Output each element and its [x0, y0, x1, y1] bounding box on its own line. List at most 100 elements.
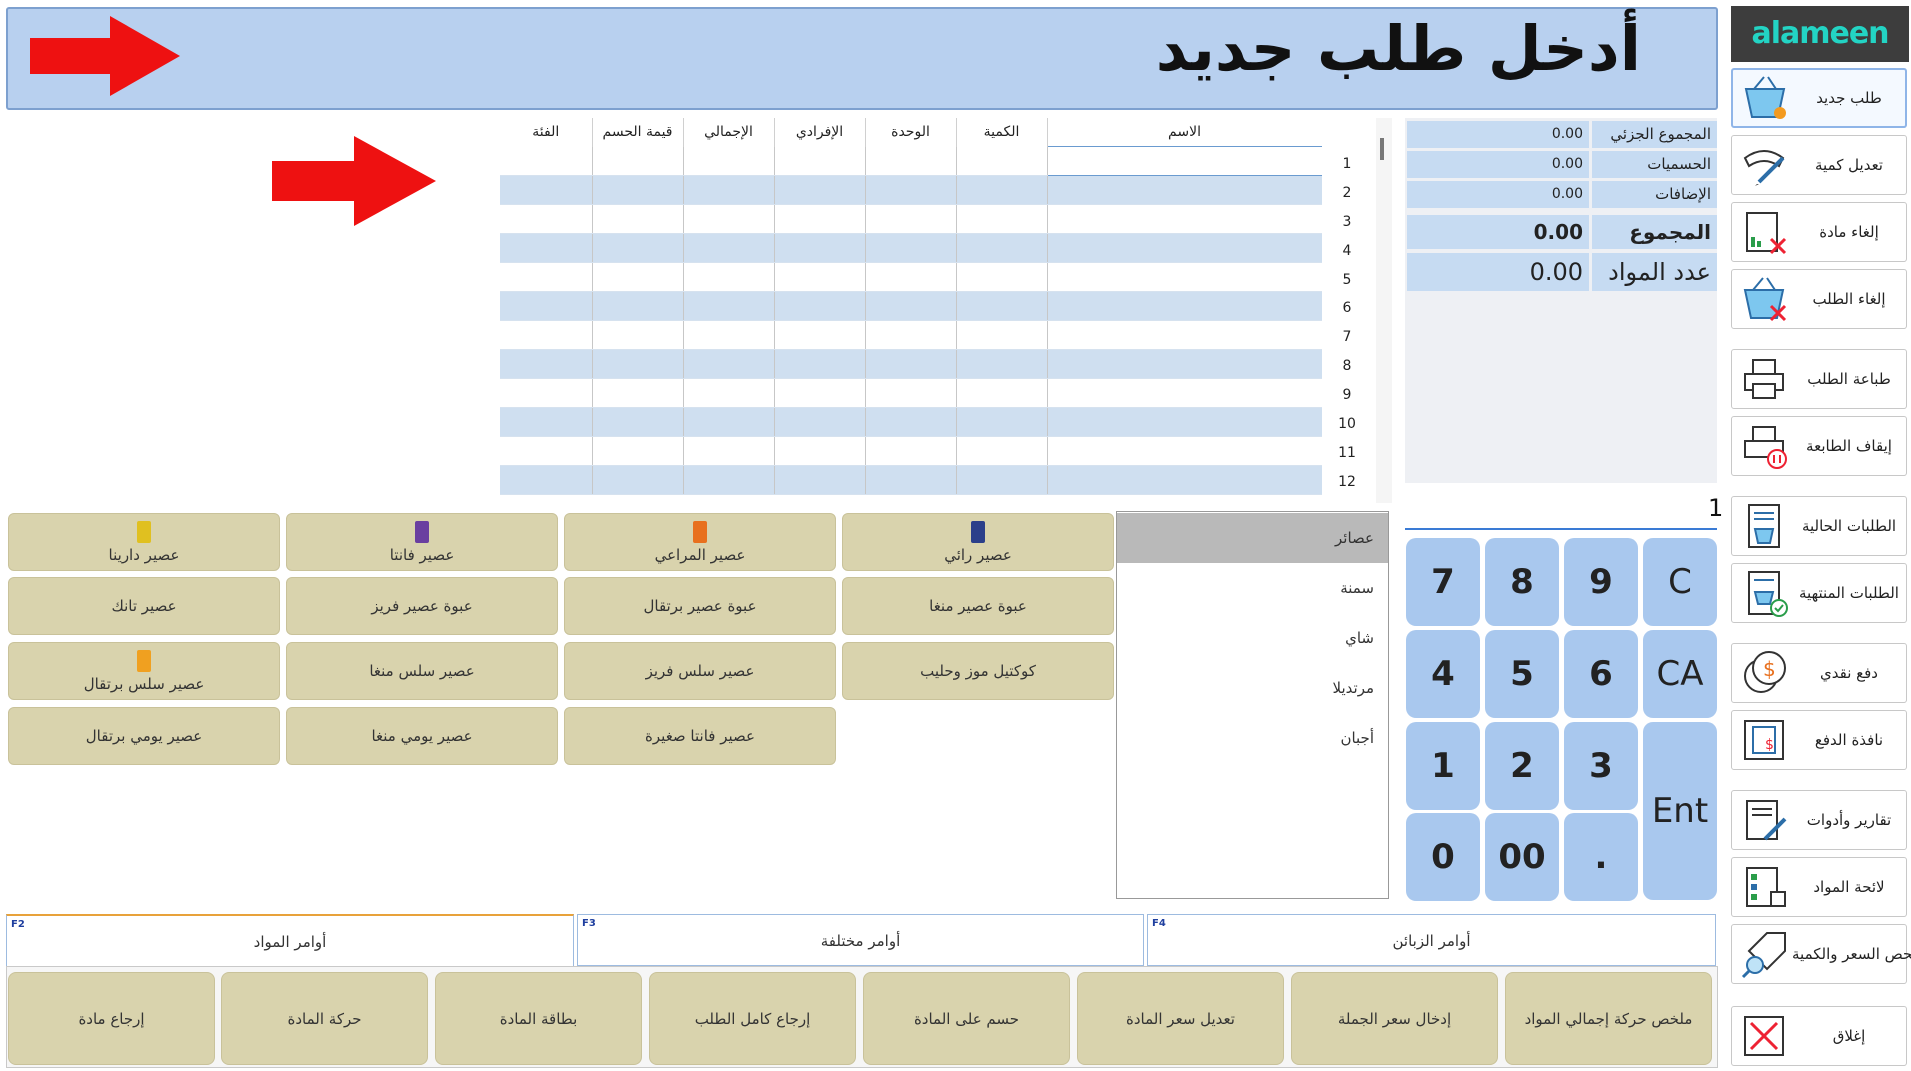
key-4[interactable]: 4	[1406, 630, 1480, 718]
grid-cell[interactable]	[774, 407, 866, 437]
key-2[interactable]: 2	[1485, 722, 1559, 810]
grid-cell[interactable]	[592, 378, 684, 408]
grid-cell[interactable]	[865, 175, 957, 205]
key-8[interactable]: 8	[1485, 538, 1559, 626]
grid-cell[interactable]	[683, 349, 775, 379]
grid-cell[interactable]	[592, 320, 684, 350]
grid-cell[interactable]	[865, 320, 957, 350]
grid-cell[interactable]	[865, 262, 957, 292]
action-button[interactable]: بطاقة المادة	[435, 972, 642, 1065]
product-button[interactable]: عصير المراعي	[564, 513, 836, 571]
close-button[interactable]: إغلاق	[1731, 1006, 1907, 1066]
table-row[interactable]	[500, 233, 1322, 263]
category-item[interactable]: مرتديلا	[1117, 663, 1388, 713]
grid-cell[interactable]	[956, 233, 1048, 263]
key-clear[interactable]: C	[1643, 538, 1717, 626]
current-orders-button[interactable]: الطلبات الحالية	[1731, 496, 1907, 556]
column-header[interactable]: الكمية	[956, 118, 1048, 147]
table-row[interactable]	[500, 175, 1322, 205]
grid-cell[interactable]	[1047, 262, 1322, 292]
grid-cell[interactable]	[865, 146, 957, 176]
key-0[interactable]: 0	[1406, 813, 1480, 901]
grid-cell[interactable]	[683, 320, 775, 350]
grid-cell[interactable]	[956, 407, 1048, 437]
grid-cell[interactable]	[500, 349, 593, 379]
key-7[interactable]: 7	[1406, 538, 1480, 626]
key-5[interactable]: 5	[1485, 630, 1559, 718]
grid-cell[interactable]	[683, 436, 775, 466]
key-1[interactable]: 1	[1406, 722, 1480, 810]
grid-cell[interactable]	[774, 233, 866, 263]
table-row[interactable]	[500, 204, 1322, 234]
table-row[interactable]	[500, 262, 1322, 292]
grid-cell[interactable]	[865, 349, 957, 379]
action-button[interactable]: حسم على المادة	[863, 972, 1070, 1065]
table-row[interactable]	[500, 146, 1322, 176]
key-00[interactable]: 00	[1485, 813, 1559, 901]
grid-cell[interactable]	[865, 204, 957, 234]
grid-cell[interactable]	[592, 204, 684, 234]
tab-item-commands[interactable]: F2 أوامر المواد	[6, 914, 574, 972]
table-row[interactable]	[500, 465, 1322, 495]
grid-cell[interactable]	[774, 146, 866, 176]
grid-cell[interactable]	[500, 175, 593, 205]
grid-cell[interactable]	[1047, 378, 1322, 408]
key-3[interactable]: 3	[1564, 722, 1638, 810]
grid-cell[interactable]	[500, 465, 593, 495]
items-list-button[interactable]: لائحة المواد	[1731, 857, 1907, 917]
cash-payment-button[interactable]: $ دفع نقدي	[1731, 643, 1907, 703]
grid-cell[interactable]	[500, 436, 593, 466]
grid-cell[interactable]	[592, 175, 684, 205]
grid-cell[interactable]	[956, 175, 1048, 205]
product-button[interactable]: عصير تانك	[8, 577, 280, 635]
action-button[interactable]: إدخال سعر الجملة	[1291, 972, 1498, 1065]
grid-cell[interactable]	[774, 175, 866, 205]
grid-cell[interactable]	[865, 291, 957, 321]
grid-cell[interactable]	[500, 291, 593, 321]
column-header[interactable]: الوحدة	[865, 118, 957, 147]
grid-cell[interactable]	[592, 465, 684, 495]
grid-cell[interactable]	[683, 262, 775, 292]
grid-cell[interactable]	[592, 436, 684, 466]
grid-cell[interactable]	[956, 436, 1048, 466]
grid-cell[interactable]	[683, 233, 775, 263]
key-enter[interactable]: Ent	[1643, 722, 1717, 900]
print-order-button[interactable]: طباعة الطلب	[1731, 349, 1907, 409]
grid-cell[interactable]	[956, 378, 1048, 408]
product-button[interactable]: عبوة عصير برتقال	[564, 577, 836, 635]
tab-customer-commands[interactable]: F4 أوامر الزبائن	[1147, 914, 1716, 966]
order-grid[interactable]: الفئة قيمة الحسم الإجمالي الإفرادي الوحد…	[500, 118, 1322, 503]
product-button[interactable]: عصير يومي منغا	[286, 707, 558, 765]
product-button[interactable]: عصير فانتا صغيرة	[564, 707, 836, 765]
grid-cell[interactable]	[1046, 146, 1322, 176]
grid-cell[interactable]	[956, 262, 1048, 292]
category-item[interactable]: عصائر	[1117, 513, 1388, 563]
edit-quantity-button[interactable]: تعديل كمية	[1731, 135, 1907, 195]
product-button[interactable]: عبوة عصير فريز	[286, 577, 558, 635]
product-button[interactable]: عبوة عصير منغا	[842, 577, 1114, 635]
grid-cell[interactable]	[500, 320, 593, 350]
grid-cell[interactable]	[865, 436, 957, 466]
grid-cell[interactable]	[592, 407, 684, 437]
column-header[interactable]: الإفرادي	[774, 118, 866, 147]
column-header[interactable]: الإجمالي	[683, 118, 775, 147]
table-row[interactable]	[500, 291, 1322, 321]
grid-cell[interactable]	[956, 291, 1048, 321]
grid-cell[interactable]	[865, 233, 957, 263]
column-header[interactable]: الفئة	[500, 118, 593, 147]
column-header[interactable]: قيمة الحسم	[592, 118, 684, 147]
cancel-order-button[interactable]: إلغاء الطلب	[1731, 269, 1907, 329]
grid-cell[interactable]	[1047, 465, 1322, 495]
category-item[interactable]: أجبان	[1117, 713, 1388, 763]
grid-cell[interactable]	[1047, 407, 1322, 437]
product-button[interactable]: عصير سلس برتقال	[8, 642, 280, 700]
grid-cell[interactable]	[592, 349, 684, 379]
grid-cell[interactable]	[592, 291, 684, 321]
grid-cell[interactable]	[774, 349, 866, 379]
grid-cell[interactable]	[865, 407, 957, 437]
grid-cell[interactable]	[592, 233, 684, 263]
grid-cell[interactable]	[956, 320, 1048, 350]
grid-cell[interactable]	[500, 146, 593, 176]
grid-cell[interactable]	[774, 465, 866, 495]
grid-cell[interactable]	[774, 378, 866, 408]
